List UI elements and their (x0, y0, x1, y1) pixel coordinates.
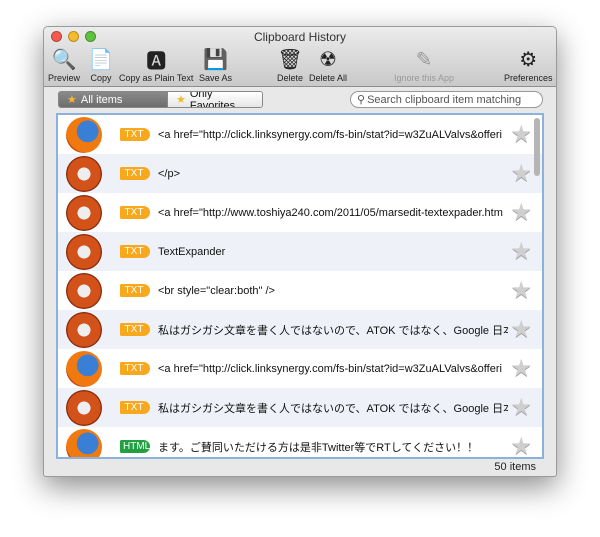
trash-icon: 🗑 (277, 48, 303, 71)
marsedit-app-icon (66, 155, 102, 192)
marsedit-app-icon (66, 389, 102, 426)
type-badge: TXT (120, 245, 150, 258)
delete-button[interactable]: 🗑 Delete (277, 47, 303, 84)
magnifier-icon: 🔍 (51, 48, 77, 71)
favorite-star-icon[interactable]: ★ (510, 159, 532, 188)
list-item[interactable]: TXT TextExpander ★ (58, 232, 542, 271)
type-badge: TXT (120, 206, 150, 219)
marsedit-app-icon (66, 272, 102, 309)
list-item[interactable]: TXT <br style="clear:both" /> ★ (58, 271, 542, 310)
copy-button[interactable]: 📄 Copy (88, 47, 114, 84)
scrollbar[interactable] (534, 118, 540, 176)
item-content: 私はガシガシ文章を書く人ではないので、ATOK ではなく、Google 日本語入… (158, 402, 508, 415)
favorite-star-icon[interactable]: ★ (510, 354, 532, 383)
firefox-app-icon (66, 428, 102, 457)
item-content: <br style="clear:both" /> (158, 284, 275, 297)
toolbar: Clipboard History 🔍 Preview 📄 Copy 🅰 Copy as … (44, 27, 556, 87)
list-item[interactable]: HTML ます。ご賛同いただける方は是非Twitter等でRTしてください！！ … (58, 427, 542, 457)
star-icon: ★ (176, 94, 186, 106)
save-as-button[interactable]: 💾 Save As (199, 47, 232, 84)
favorite-star-icon[interactable]: ★ (510, 237, 532, 266)
list-item[interactable]: TXT </p> ★ (58, 154, 542, 193)
favorite-star-icon[interactable]: ★ (510, 432, 532, 457)
list-item[interactable]: TXT <a href="http://click.linksynergy.co… (58, 115, 542, 154)
star-icon: ★ (67, 94, 77, 106)
favorite-star-icon[interactable]: ★ (510, 120, 532, 149)
list-item[interactable]: TXT <a href="http://www.toshiya240.com/2… (58, 193, 542, 232)
list-item[interactable]: TXT 私はガシガシ文章を書く人ではないので、ATOK ではなく、Google … (58, 310, 542, 349)
tab-only-favorites[interactable]: ★ Only Favorites (167, 92, 262, 107)
type-badge: TXT (120, 167, 150, 180)
item-content: ます。ご賛同いただける方は是非Twitter等でRTしてください！！ (158, 441, 479, 454)
type-badge: HTML (120, 440, 150, 453)
item-content: <a href="http://click.linksynergy.com/fs… (158, 128, 502, 141)
item-content: <a href="http://www.toshiya240.com/2011/… (158, 206, 503, 219)
window-title: Clipboard History (253, 30, 347, 44)
type-badge: TXT (120, 128, 150, 141)
type-badge: TXT (120, 362, 150, 375)
preferences-button[interactable]: ⚙ Preferences (504, 47, 553, 84)
delete-all-button[interactable]: ☢ Delete All (309, 47, 347, 84)
favorite-star-icon[interactable]: ★ (510, 198, 532, 227)
list-item[interactable]: TXT 私はガシガシ文章を書く人ではないので、ATOK ではなく、Google … (58, 388, 542, 427)
item-count: 50 items (494, 461, 536, 473)
type-badge: TXT (120, 284, 150, 297)
firefox-app-icon (66, 116, 102, 153)
clipboard-list: TXT <a href="http://click.linksynergy.co… (56, 113, 544, 459)
type-badge: TXT (120, 401, 150, 414)
radiation-icon: ☢ (319, 48, 337, 71)
marsedit-app-icon (66, 233, 102, 270)
preview-button[interactable]: 🔍 Preview (48, 47, 80, 84)
filter-tabs: ★ All items ★ Only Favorites (58, 91, 263, 108)
search-input[interactable]: ⚲ Search clipboard item matching (350, 91, 543, 108)
search-icon: ⚲ (357, 94, 366, 106)
gear-icon: ⚙ (519, 48, 538, 71)
item-content: </p> (158, 167, 181, 180)
ignore-this-app-button[interactable]: ✎ Ignore this App (394, 47, 454, 84)
item-content: <a href="http://click.linksynergy.com/fs… (158, 362, 502, 375)
favorite-star-icon[interactable]: ★ (510, 276, 532, 305)
list-item[interactable]: TXT <a href="http://click.linksynergy.co… (58, 349, 542, 388)
app-store-icon: ✎ (415, 48, 433, 71)
copy-icon: 📄 (88, 48, 114, 71)
clipboard-history-window: Clipboard History 🔍 Preview 📄 Copy 🅰 Copy as … (43, 26, 557, 477)
tab-all-items[interactable]: ★ All items (59, 92, 167, 107)
type-badge: TXT (120, 323, 150, 336)
favorite-star-icon[interactable]: ★ (510, 393, 532, 422)
firefox-app-icon (66, 350, 102, 387)
marsedit-app-icon (66, 194, 102, 231)
floppy-disk-icon: 💾 (203, 48, 228, 71)
item-content: 私はガシガシ文章を書く人ではないので、ATOK ではなく、Google 日本語入… (158, 324, 508, 337)
favorite-star-icon[interactable]: ★ (510, 315, 532, 344)
marsedit-app-icon (66, 311, 102, 348)
item-content: TextExpander (158, 245, 226, 258)
copy-as-plain-text-button[interactable]: 🅰 Copy as Plain Text (119, 47, 193, 84)
plain-text-icon: 🅰 (146, 50, 167, 73)
